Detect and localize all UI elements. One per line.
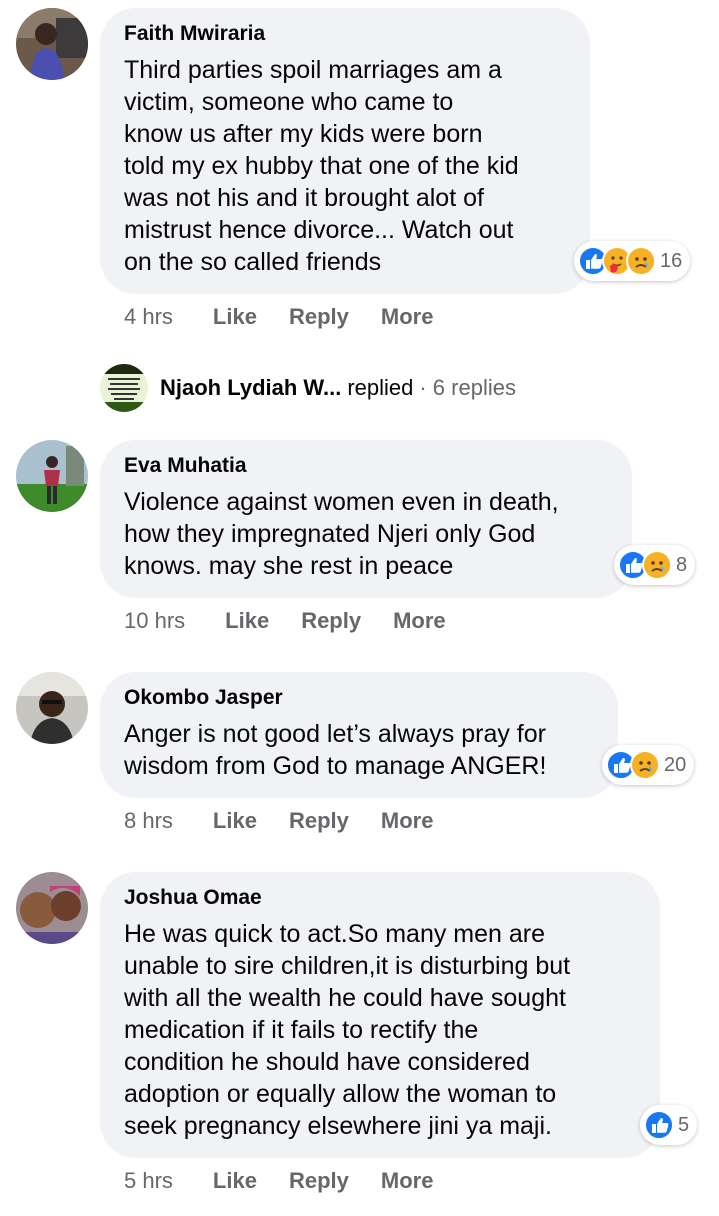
like-icon [644, 1110, 674, 1140]
comment-text: Anger is not good let’s always pray for … [124, 720, 547, 780]
comment-timestamp[interactable]: 10 hrs [124, 608, 185, 634]
reply-count[interactable]: · 6 replies [419, 375, 516, 401]
comment-timestamp[interactable]: 4 hrs [124, 304, 173, 330]
sad-icon [642, 550, 672, 580]
like-button[interactable]: Like [213, 1168, 257, 1194]
reaction-summary[interactable]: 20 [602, 745, 695, 785]
reaction-summary[interactable]: 5 [640, 1105, 698, 1145]
sad-icon [630, 750, 660, 780]
comment-author[interactable]: Joshua Omae [124, 886, 636, 910]
comment-bubble: Joshua Omae He was quick to act.So many … [100, 872, 660, 1158]
avatar[interactable] [16, 8, 88, 80]
comment-bubble: Faith Mwiraria Third parties spoil marri… [100, 8, 590, 294]
more-button[interactable]: More [393, 608, 446, 634]
reaction-count: 16 [660, 249, 683, 272]
reaction-count: 5 [678, 1113, 690, 1136]
view-replies-link[interactable]: Njaoh Lydiah W... replied · 6 replies [100, 364, 516, 412]
comment-author[interactable]: Eva Muhatia [124, 454, 608, 478]
sad-icon [626, 246, 656, 276]
reaction-summary[interactable]: 8 [614, 545, 696, 585]
reply-button[interactable]: Reply [289, 1168, 349, 1194]
comment-actions: 8 hrs Like Reply More [124, 808, 465, 834]
comment-bubble: Eva Muhatia Violence against women even … [100, 440, 632, 598]
comment-actions: 10 hrs Like Reply More [124, 608, 478, 634]
comment-author[interactable]: Okombo Jasper [124, 686, 594, 710]
comment-timestamp[interactable]: 8 hrs [124, 808, 173, 834]
reaction-count: 20 [664, 753, 687, 776]
avatar[interactable] [16, 872, 88, 944]
comment-timestamp[interactable]: 5 hrs [124, 1168, 173, 1194]
avatar[interactable] [16, 672, 88, 744]
reply-button[interactable]: Reply [301, 608, 361, 634]
like-button[interactable]: Like [213, 304, 257, 330]
more-button[interactable]: More [381, 304, 434, 330]
reaction-count: 8 [676, 553, 688, 576]
comment-actions: 4 hrs Like Reply More [124, 304, 465, 330]
reply-action-text: replied [347, 375, 414, 400]
comment-author[interactable]: Faith Mwiraria [124, 22, 566, 46]
more-button[interactable]: More [381, 1168, 434, 1194]
reply-button[interactable]: Reply [289, 304, 349, 330]
avatar[interactable] [16, 440, 88, 512]
more-button[interactable]: More [381, 808, 434, 834]
reaction-summary[interactable]: 16 [574, 241, 691, 281]
comment-actions: 5 hrs Like Reply More [124, 1168, 465, 1194]
reply-button[interactable]: Reply [289, 808, 349, 834]
comment-text: Violence against women even in death, ho… [124, 488, 559, 580]
comment-text: He was quick to act.So many men are unab… [124, 920, 571, 1140]
reply-avatar [100, 364, 148, 412]
comment-text: Third parties spoil marriages am a victi… [124, 56, 519, 276]
like-button[interactable]: Like [225, 608, 269, 634]
reply-author[interactable]: Njaoh Lydiah W... [160, 375, 341, 401]
comment-bubble: Okombo Jasper Anger is not good let’s al… [100, 672, 618, 798]
like-button[interactable]: Like [213, 808, 257, 834]
